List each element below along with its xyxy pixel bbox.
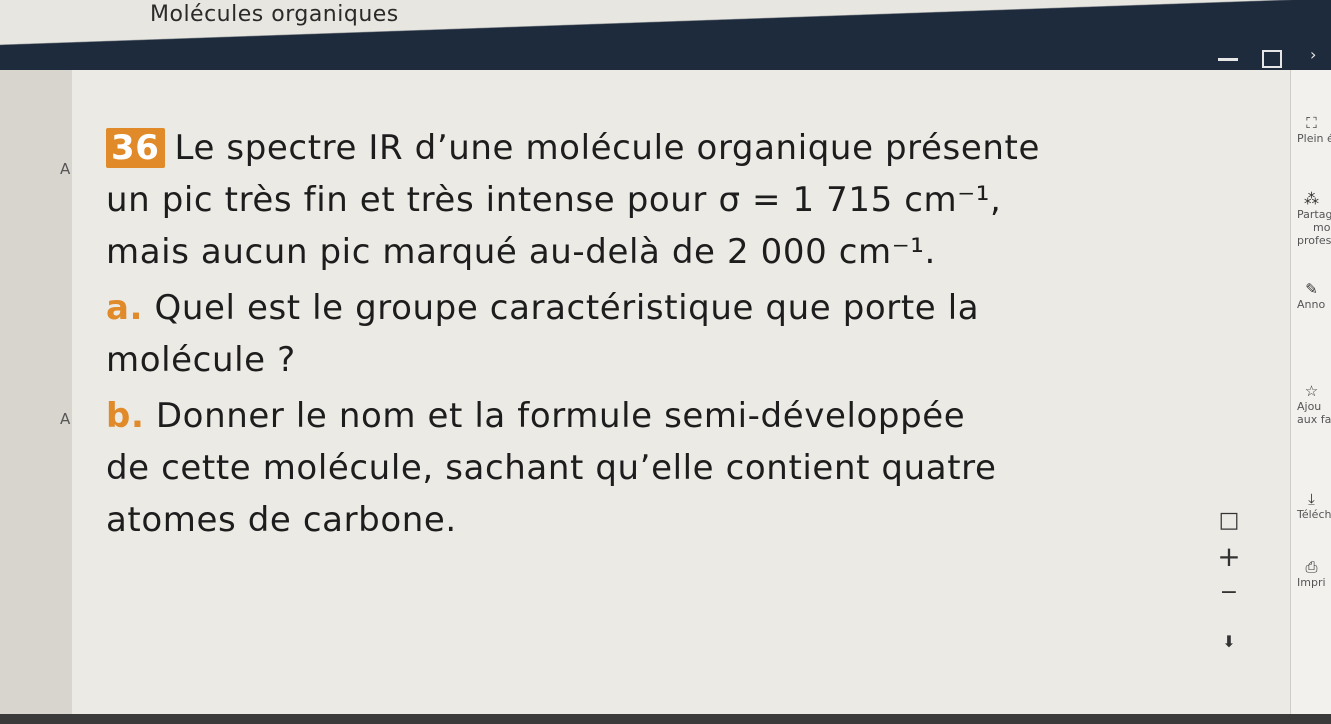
title-bar: Molécules organiques › bbox=[0, 0, 1331, 70]
zoom-controls: □ + − ⬇ bbox=[1214, 508, 1244, 688]
part-b-line-2: de cette molécule, sachant qu’elle conti… bbox=[106, 448, 997, 488]
part-b-line-3: atomes de carbone. bbox=[106, 500, 457, 540]
scroll-down-icon[interactable]: ⬇ bbox=[1214, 632, 1244, 651]
intro-line-1: 36 Le spectre IR d’une molécule organique… bbox=[106, 128, 1040, 168]
zoom-out-button[interactable]: − bbox=[1214, 580, 1244, 605]
sigma-value: σ = 1 715 cm⁻¹, bbox=[718, 180, 1002, 220]
zoom-in-button[interactable]: + bbox=[1214, 540, 1244, 573]
download-icon: ⤓ bbox=[1308, 490, 1315, 508]
app-title: Molécules organiques bbox=[150, 2, 399, 27]
print-icon: ⎙ bbox=[1305, 558, 1318, 576]
part-a-line-1: a. Quel est le groupe caractéristique qu… bbox=[106, 288, 980, 328]
annotate-button[interactable]: ✎ Anno bbox=[1291, 280, 1331, 311]
part-b-label: b. bbox=[106, 396, 145, 436]
intro-line-2: un pic très fin et très intense pour σ =… bbox=[106, 180, 1002, 220]
share-button[interactable]: ⁂ Partag mo profes bbox=[1291, 190, 1331, 247]
annotate-icon: ✎ bbox=[1305, 280, 1318, 298]
right-toolbar: ⛶ Plein éc ⁂ Partag mo profes ✎ Anno ☆ A… bbox=[1290, 70, 1331, 724]
fullscreen-icon: ⛶ bbox=[1306, 114, 1317, 132]
minimize-button[interactable] bbox=[1218, 50, 1238, 61]
favorite-icon: ☆ bbox=[1304, 382, 1319, 400]
share-icon: ⁂ bbox=[1304, 190, 1319, 208]
part-a-label: a. bbox=[106, 288, 144, 328]
wavenumber-limit: 2 000 cm⁻¹. bbox=[727, 232, 936, 272]
download-button[interactable]: ⤓ Téléch bbox=[1291, 490, 1331, 521]
left-margin: A A bbox=[0, 70, 72, 724]
chevron-right-icon[interactable]: › bbox=[1310, 45, 1330, 64]
add-favorite-button[interactable]: ☆ Ajou aux fa bbox=[1291, 382, 1331, 426]
side-marker-a1: A bbox=[60, 160, 71, 178]
maximize-button[interactable] bbox=[1262, 50, 1282, 68]
fit-page-icon[interactable]: □ bbox=[1214, 508, 1244, 533]
side-marker-a2: A bbox=[60, 410, 71, 428]
fullscreen-button[interactable]: ⛶ Plein éc bbox=[1291, 114, 1331, 145]
print-button[interactable]: ⎙ Impri bbox=[1291, 558, 1331, 589]
part-b-line-1: b. Donner le nom et la formule semi-déve… bbox=[106, 396, 966, 436]
bottom-bar bbox=[0, 714, 1331, 724]
intro-line-3: mais aucun pic marqué au-delà de 2 000 c… bbox=[106, 232, 936, 272]
part-a-line-2: molécule ? bbox=[106, 340, 296, 380]
exercise-number: 36 bbox=[106, 128, 165, 168]
